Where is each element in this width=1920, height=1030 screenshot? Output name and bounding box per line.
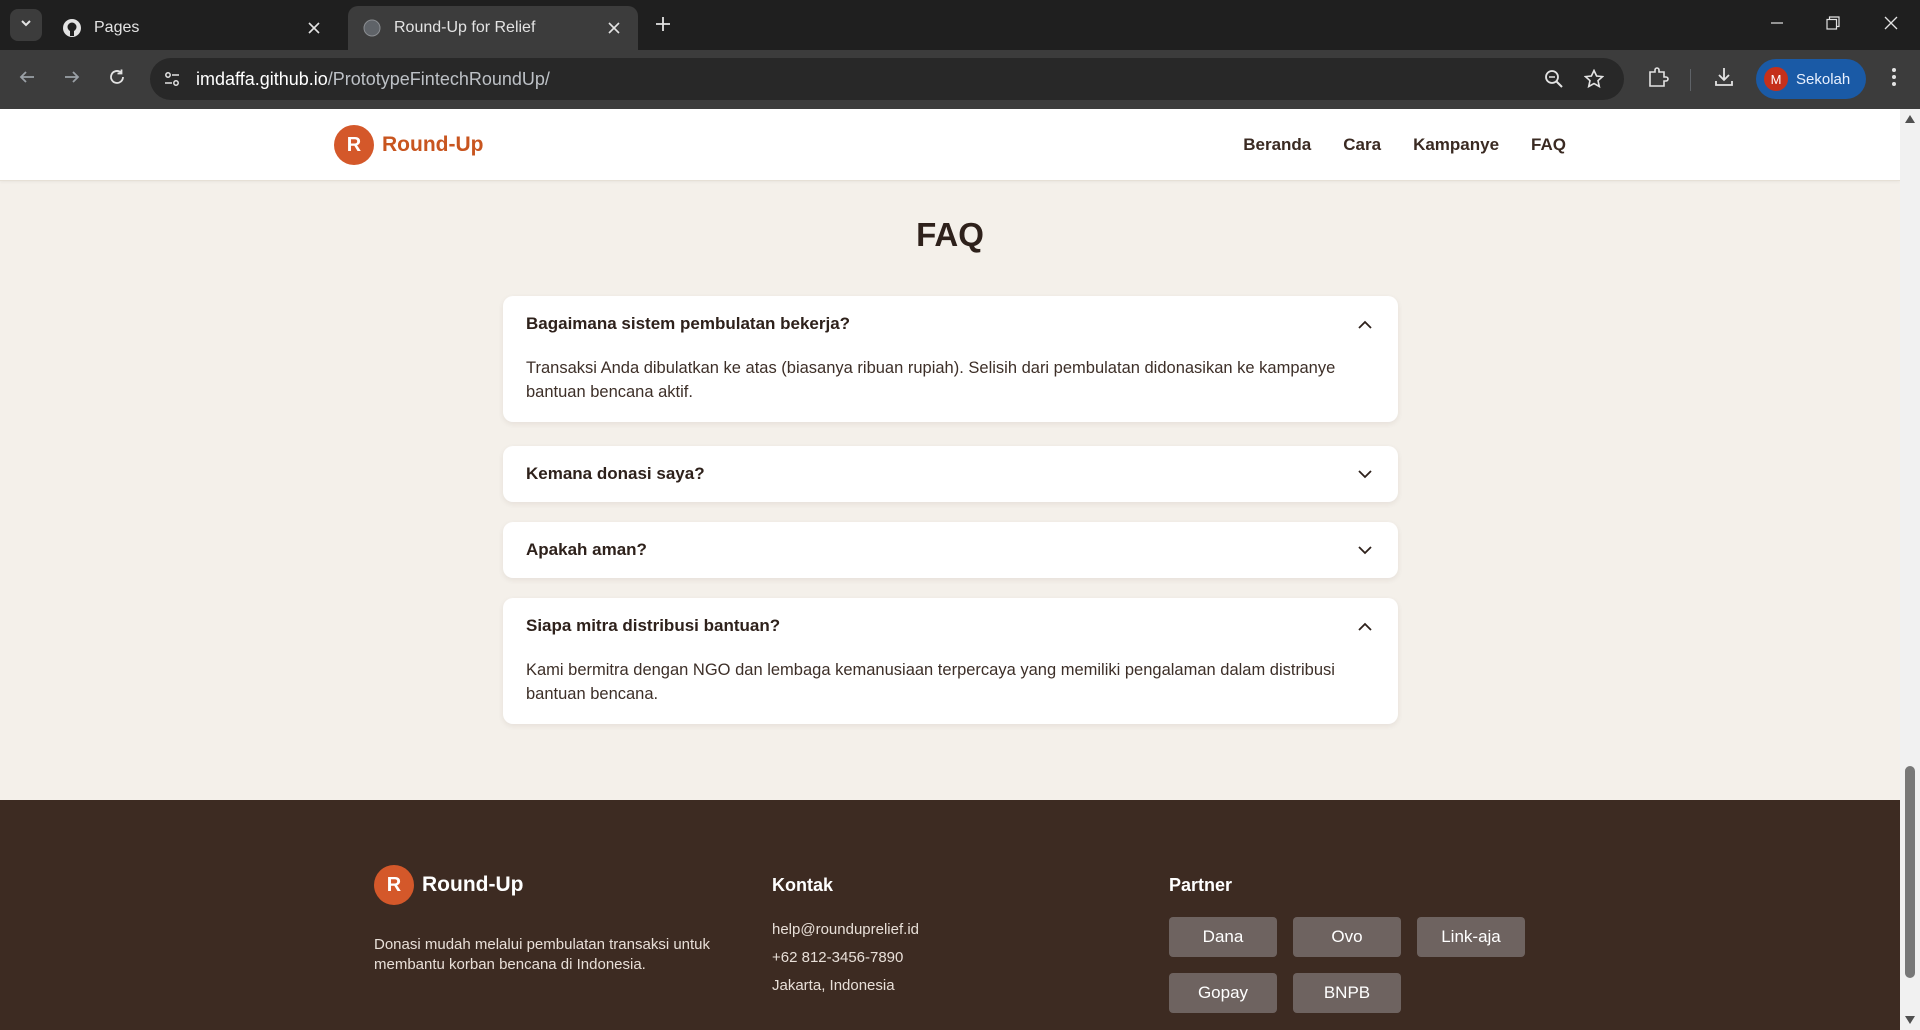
- browser-tab-bar: Pages Round-Up for Relief: [0, 0, 1920, 50]
- page-scrollbar[interactable]: [1900, 109, 1920, 1030]
- tab-round-up[interactable]: Round-Up for Relief: [348, 6, 638, 50]
- partner-list: Dana Ovo Link-aja Gopay BNPB: [1169, 917, 1549, 1013]
- nav-link-beranda[interactable]: Beranda: [1243, 135, 1311, 155]
- contact-heading: Kontak: [772, 875, 834, 895]
- scroll-down-arrow-icon[interactable]: [1905, 1016, 1915, 1024]
- plus-icon: [655, 16, 671, 37]
- tab-search-button[interactable]: [10, 9, 42, 41]
- nav-link-faq[interactable]: FAQ: [1531, 135, 1566, 155]
- star-icon[interactable]: [1582, 67, 1606, 91]
- faq-answer: Kami bermitra dengan NGO dan lembaga kem…: [526, 661, 1335, 703]
- tab-title: Pages: [94, 19, 140, 36]
- page-viewport: R Round-Up Beranda Cara Kampanye FAQ FAQ…: [0, 109, 1900, 1030]
- tab-title: Round-Up for Relief: [394, 19, 536, 36]
- footer-description: Donasi mudah melalui pembulatan transaks…: [374, 936, 711, 973]
- restore-icon: [1826, 15, 1840, 35]
- github-icon: [62, 18, 82, 38]
- chevron-down-icon: [1355, 464, 1375, 484]
- toolbar-divider: [1690, 69, 1691, 91]
- footer-brand: R Round-Up: [374, 865, 523, 905]
- faq-question-toggle[interactable]: Bagaimana sistem pembulatan bekerja?: [526, 296, 1375, 352]
- downloads-button[interactable]: [1709, 64, 1739, 94]
- contact-list: help@rounduprelief.id +62 812-3456-7890 …: [772, 916, 919, 1000]
- brand-name: Round-Up: [382, 133, 484, 156]
- faq-heading: FAQ: [916, 216, 984, 253]
- footer-brand-name: Round-Up: [422, 873, 524, 896]
- browser-menu-button[interactable]: [1879, 64, 1909, 94]
- site-footer: R Round-Up Donasi mudah melalui pembulat…: [0, 800, 1900, 1030]
- zoom-icon[interactable]: [1542, 67, 1566, 91]
- reload-icon: [108, 68, 126, 91]
- partner-dana: Dana: [1169, 917, 1277, 957]
- arrow-right-icon: [63, 68, 81, 91]
- avatar: M: [1764, 67, 1788, 91]
- faq-list: Bagaimana sistem pembulatan bekerja? Tra…: [503, 296, 1398, 748]
- faq-question-toggle[interactable]: Kemana donasi saya?: [526, 446, 1375, 502]
- url-domain: imdaffa.github.io: [196, 69, 328, 89]
- download-icon: [1713, 66, 1735, 93]
- logo-badge: R: [374, 865, 414, 905]
- scrollbar-thumb[interactable]: [1905, 766, 1915, 978]
- profile-name: Sekolah: [1796, 70, 1851, 88]
- minimize-icon: [1770, 16, 1784, 35]
- logo-badge: R: [334, 125, 374, 165]
- close-icon: [1884, 16, 1898, 35]
- chevron-up-icon: [1355, 616, 1375, 636]
- chevron-down-icon: [19, 16, 33, 35]
- nav-link-cara[interactable]: Cara: [1343, 135, 1381, 155]
- url-path: /PrototypeFintechRoundUp/: [327, 69, 550, 89]
- faq-answer: Transaksi Anda dibulatkan ke atas (biasa…: [526, 359, 1336, 401]
- tab-pages[interactable]: Pages: [48, 6, 338, 50]
- faq-question: Apakah aman?: [526, 540, 647, 559]
- profile-button[interactable]: M Sekolah: [1756, 59, 1866, 99]
- site-header: R Round-Up Beranda Cara Kampanye FAQ: [0, 109, 1900, 181]
- arrow-left-icon: [18, 68, 36, 91]
- chevron-up-icon: [1355, 314, 1375, 334]
- address-bar[interactable]: imdaffa.github.io/PrototypeFintechRoundU…: [150, 58, 1624, 100]
- url-text[interactable]: imdaffa.github.io/PrototypeFintechRoundU…: [196, 58, 550, 100]
- close-window-button[interactable]: [1876, 10, 1906, 40]
- faq-item: Siapa mitra distribusi bantuan? Kami ber…: [503, 598, 1398, 724]
- partner-ovo: Ovo: [1293, 917, 1401, 957]
- faq-question-toggle[interactable]: Apakah aman?: [526, 522, 1375, 578]
- scroll-up-arrow-icon[interactable]: [1905, 115, 1915, 123]
- reload-button[interactable]: [102, 64, 132, 94]
- restore-button[interactable]: [1818, 10, 1848, 40]
- globe-icon: [362, 18, 382, 38]
- site-info-icon[interactable]: [160, 67, 184, 91]
- browser-toolbar: imdaffa.github.io/PrototypeFintechRoundU…: [0, 50, 1920, 109]
- back-button[interactable]: [12, 64, 42, 94]
- partner-gopay: Gopay: [1169, 973, 1277, 1013]
- more-vertical-icon: [1891, 67, 1897, 92]
- extensions-button[interactable]: [1643, 64, 1673, 94]
- partner-heading: Partner: [1169, 875, 1233, 895]
- puzzle-icon: [1647, 66, 1669, 93]
- faq-question: Bagaimana sistem pembulatan bekerja?: [526, 314, 851, 333]
- faq-item: Bagaimana sistem pembulatan bekerja? Tra…: [503, 296, 1398, 422]
- forward-button[interactable]: [57, 64, 87, 94]
- contact-email[interactable]: help@rounduprelief.id: [772, 916, 919, 944]
- minimize-button[interactable]: [1762, 10, 1792, 40]
- contact-location: Jakarta, Indonesia: [772, 977, 895, 994]
- new-tab-button[interactable]: [650, 13, 676, 39]
- faq-item: Apakah aman?: [503, 522, 1398, 578]
- close-icon[interactable]: [304, 18, 324, 38]
- nav-link-kampanye[interactable]: Kampanye: [1413, 135, 1499, 155]
- main-nav: Beranda Cara Kampanye FAQ: [1243, 109, 1566, 181]
- chevron-down-icon: [1355, 540, 1375, 560]
- faq-question-toggle[interactable]: Siapa mitra distribusi bantuan?: [526, 598, 1375, 654]
- faq-question: Kemana donasi saya?: [526, 464, 705, 483]
- partner-link-aja: Link-aja: [1417, 917, 1525, 957]
- contact-phone: +62 812-3456-7890: [772, 949, 904, 966]
- partner-bnpb: BNPB: [1293, 973, 1401, 1013]
- brand-logo-link[interactable]: R Round-Up: [334, 125, 483, 165]
- close-icon[interactable]: [604, 18, 624, 38]
- faq-item: Kemana donasi saya?: [503, 446, 1398, 502]
- faq-question: Siapa mitra distribusi bantuan?: [526, 616, 781, 635]
